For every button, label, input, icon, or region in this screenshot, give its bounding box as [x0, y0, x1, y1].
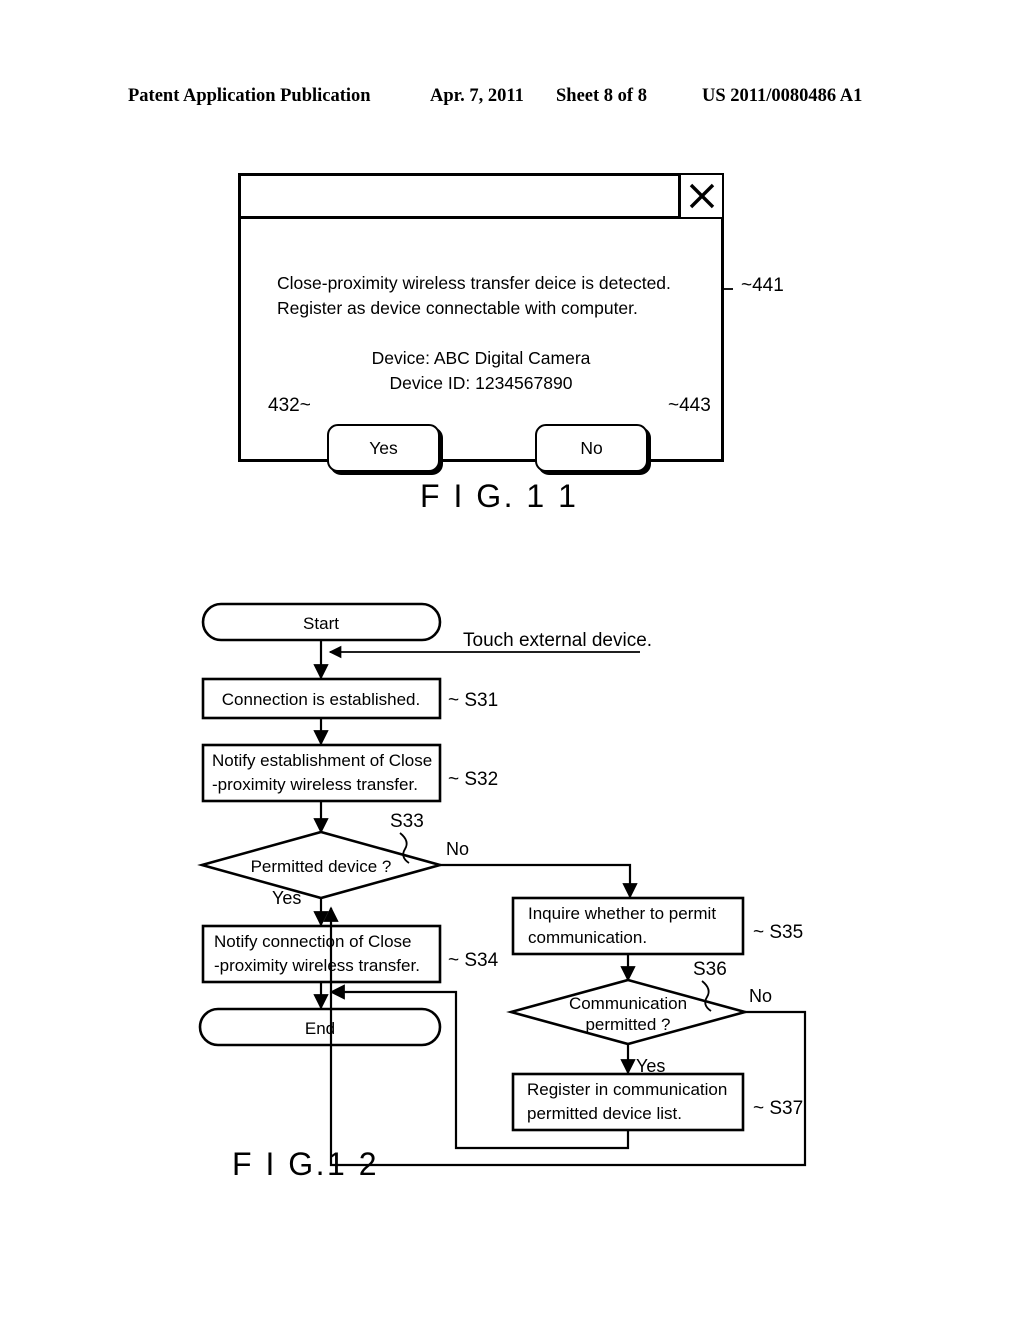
branch-label-s33-no: No	[446, 839, 469, 859]
flow-decision-s36-label-line2: permitted ?	[585, 1015, 670, 1034]
reference-443: ~443	[668, 395, 711, 416]
figure-11: Close-proximity wireless transfer deice …	[0, 0, 1024, 540]
flow-step-s31-label: Connection is established.	[222, 690, 420, 709]
flow-start-label: Start	[303, 614, 339, 633]
flow-step-s32-label-line1: Notify establishment of Close	[212, 751, 432, 770]
flow-step-s34-ref: ~ S34	[448, 950, 499, 971]
flow-step-s37-label-line2: permitted device list.	[527, 1104, 682, 1123]
flow-step-s35-ref: ~ S35	[753, 922, 803, 943]
flow-step-s34-label-line2: -proximity wireless transfer.	[214, 956, 420, 975]
flow-step-s37-ref: ~ S37	[753, 1098, 803, 1119]
flow-decision-s36-ref: S36	[693, 959, 727, 980]
flow-decision-s33-ref: S33	[390, 811, 424, 832]
figure-12-flowchart: Start Touch external device. Connection …	[197, 602, 807, 1167]
figure-11-caption: F I G. 1 1	[420, 478, 579, 514]
flow-step-s32-label-line2: -proximity wireless transfer.	[212, 775, 418, 794]
branch-label-s36-no: No	[749, 986, 772, 1006]
flow-step-s34-label-line1: Notify connection of Close	[214, 932, 412, 951]
flow-step-s37-label-line1: Register in communication	[527, 1080, 727, 1099]
branch-label-s33-yes: Yes	[272, 888, 301, 908]
flow-decision-s33-label: Permitted device ?	[251, 857, 392, 876]
figure-12-caption: F I G.1 2	[232, 1146, 379, 1182]
annotation-touch-external-device: Touch external device.	[463, 630, 652, 651]
reference-441: ~441	[741, 275, 784, 296]
flow-step-s35-label-line1: Inquire whether to permit	[528, 904, 716, 923]
flow-decision-s36-label-line1: Communication	[569, 994, 687, 1013]
edge-s33-no-to-s35	[440, 863, 638, 899]
flow-step-s31-ref: ~ S31	[448, 690, 498, 711]
flow-step-s32-ref: ~ S32	[448, 769, 498, 790]
reference-432: 432~	[268, 395, 311, 416]
flow-step-s35-label-line2: communication.	[528, 928, 647, 947]
